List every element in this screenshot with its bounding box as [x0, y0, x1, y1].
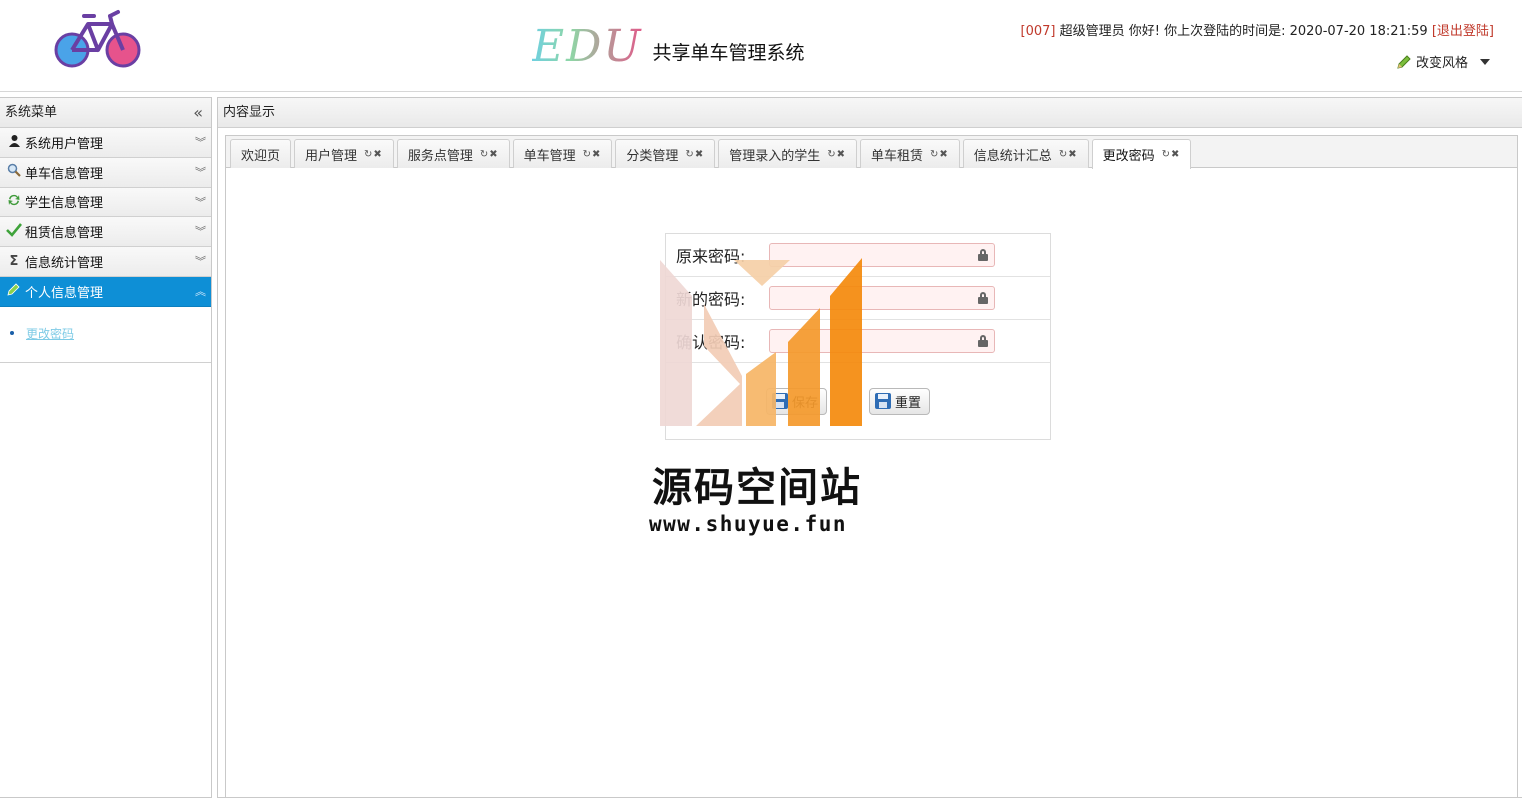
tab-statistics-summary[interactable]: 信息统计汇总 ↻✖: [962, 139, 1089, 168]
sidebar-header: 系统菜单 «: [0, 98, 211, 128]
tab-label: 单车租赁: [871, 148, 924, 164]
tab-category-management[interactable]: 分类管理 ↻✖: [615, 139, 716, 168]
bullet-icon: [10, 331, 14, 336]
bicycle-logo-icon: [54, 10, 141, 68]
brand: EDU 共享单车管理系统: [532, 16, 805, 72]
page-header: EDU 共享单车管理系统 [007] 超级管理员 你好! 你上次登陆的时间是: …: [0, 0, 1522, 92]
close-icon[interactable]: ✖: [695, 149, 704, 160]
sidebar-item-system-users[interactable]: 系统用户管理 ︾: [0, 128, 211, 158]
tab-label: 管理录入的学生: [729, 148, 821, 164]
tab-label: 用户管理: [305, 148, 358, 164]
close-icon[interactable]: ✖: [939, 149, 948, 160]
tab-label: 单车管理: [523, 148, 576, 164]
refresh-icon[interactable]: ↻: [1059, 149, 1068, 160]
watermark-logo-icon: [660, 258, 862, 426]
refresh-icon[interactable]: ↻: [930, 149, 939, 160]
sidebar-title: 系统菜单: [5, 105, 58, 120]
sidebar-item-label: 学生信息管理: [25, 196, 104, 212]
tab-label: 服务点管理: [407, 148, 473, 164]
watermark-title: 源码空间站: [652, 465, 862, 511]
content-title: 内容显示: [223, 105, 276, 120]
lock-icon: [978, 249, 988, 261]
submenu: 更改密码: [0, 307, 211, 363]
refresh-icon: [5, 193, 23, 211]
close-icon[interactable]: ✖: [489, 149, 498, 160]
search-icon: [5, 163, 23, 181]
refresh-icon[interactable]: ↻: [685, 149, 694, 160]
close-icon[interactable]: ✖: [1171, 149, 1180, 160]
close-icon[interactable]: ✖: [837, 149, 846, 160]
tab-service-point[interactable]: 服务点管理 ↻✖: [396, 139, 510, 168]
save-disk-icon: [875, 393, 892, 409]
double-chevron-down-icon: ︾: [195, 165, 206, 179]
pencil-icon: [5, 282, 23, 300]
pencil-icon: [1397, 54, 1411, 69]
user-greeting: 超级管理员 你好! 你上次登陆的时间是: 2020-07-20 18:21:59: [1059, 24, 1428, 39]
tab-label: 更改密码: [1102, 149, 1155, 164]
tab-label: 信息统计汇总: [973, 148, 1052, 164]
sidebar-item-label: 个人信息管理: [25, 285, 104, 301]
tab-student-management[interactable]: 管理录入的学生 ↻✖: [718, 139, 857, 168]
reset-button-label: 重置: [895, 395, 922, 411]
brand-subtitle: 共享单车管理系统: [652, 42, 805, 64]
content-panel: 内容显示 欢迎页 用户管理 ↻✖ 服务点管理 ↻✖ 单车管理 ↻✖ 分类管理 ↻…: [217, 97, 1522, 798]
lock-icon: [978, 292, 988, 304]
chevron-down-icon: [1480, 58, 1490, 65]
brand-edu-text: EDU: [532, 21, 643, 72]
sidebar-item-rental-info[interactable]: 租赁信息管理 ︾: [0, 217, 211, 248]
tab-bike-management[interactable]: 单车管理 ↻✖: [512, 139, 613, 168]
sidebar-item-label: 租赁信息管理: [25, 226, 104, 242]
content-header: 内容显示: [218, 98, 1522, 128]
double-chevron-down-icon: ︾: [195, 225, 206, 239]
sigma-icon: Σ: [9, 254, 19, 270]
tab-change-password[interactable]: 更改密码 ↻✖: [1091, 139, 1192, 169]
check-icon: [5, 222, 23, 241]
refresh-icon[interactable]: ↻: [1162, 149, 1171, 160]
list-item: 更改密码: [10, 325, 211, 342]
close-icon[interactable]: ✖: [1068, 149, 1077, 160]
tab-label: 欢迎页: [241, 148, 281, 164]
tab-user-management[interactable]: 用户管理 ↻✖: [294, 139, 394, 168]
tab-label: 分类管理: [626, 148, 679, 164]
collapse-left-icon[interactable]: «: [193, 98, 203, 127]
close-icon[interactable]: ✖: [592, 149, 601, 160]
double-chevron-down-icon: ︾: [195, 255, 206, 269]
close-icon[interactable]: ✖: [373, 149, 382, 160]
lock-icon: [978, 335, 988, 347]
tab-bike-rental[interactable]: 单车租赁 ↻✖: [860, 139, 960, 168]
change-password-link[interactable]: 更改密码: [26, 325, 74, 342]
reset-button[interactable]: 重置: [869, 387, 931, 415]
refresh-icon[interactable]: ↻: [480, 149, 489, 160]
tab-strip: 欢迎页 用户管理 ↻✖ 服务点管理 ↻✖ 单车管理 ↻✖ 分类管理 ↻✖ 管理录…: [226, 136, 1517, 169]
sidebar: 系统菜单 « 系统用户管理 ︾ 单车信息管理 ︾ 学生信息管理 ︾ 租赁信息管理…: [0, 97, 212, 798]
sidebar-item-label: 系统用户管理: [25, 136, 104, 152]
tab-welcome[interactable]: 欢迎页: [230, 139, 292, 168]
watermark-url: www.shuyue.fun: [649, 512, 848, 536]
double-chevron-down-icon: ︾: [195, 136, 206, 149]
sidebar-item-student-info[interactable]: 学生信息管理 ︾: [0, 187, 211, 218]
user-id: [007]: [1020, 24, 1056, 39]
sidebar-item-label: 单车信息管理: [25, 166, 104, 182]
style-switch-label: 改变风格: [1415, 56, 1468, 71]
double-chevron-up-icon: ︽: [195, 284, 206, 298]
double-chevron-down-icon: ︾: [195, 195, 206, 209]
logout-link[interactable]: [退出登陆]: [1432, 24, 1494, 39]
sidebar-item-personal-info[interactable]: 个人信息管理 ︽: [0, 276, 211, 307]
sidebar-item-statistics[interactable]: Σ 信息统计管理 ︾: [0, 247, 211, 277]
sidebar-item-label: 信息统计管理: [25, 256, 104, 272]
refresh-icon[interactable]: ↻: [827, 149, 836, 160]
user-icon: [5, 134, 23, 151]
user-info: [007] 超级管理员 你好! 你上次登陆的时间是: 2020-07-20 18…: [1021, 20, 1494, 39]
refresh-icon[interactable]: ↻: [364, 149, 373, 160]
sidebar-item-bike-info[interactable]: 单车信息管理 ︾: [0, 157, 211, 188]
refresh-icon[interactable]: ↻: [583, 149, 592, 160]
style-switch-menu[interactable]: 改变风格: [1396, 52, 1490, 71]
